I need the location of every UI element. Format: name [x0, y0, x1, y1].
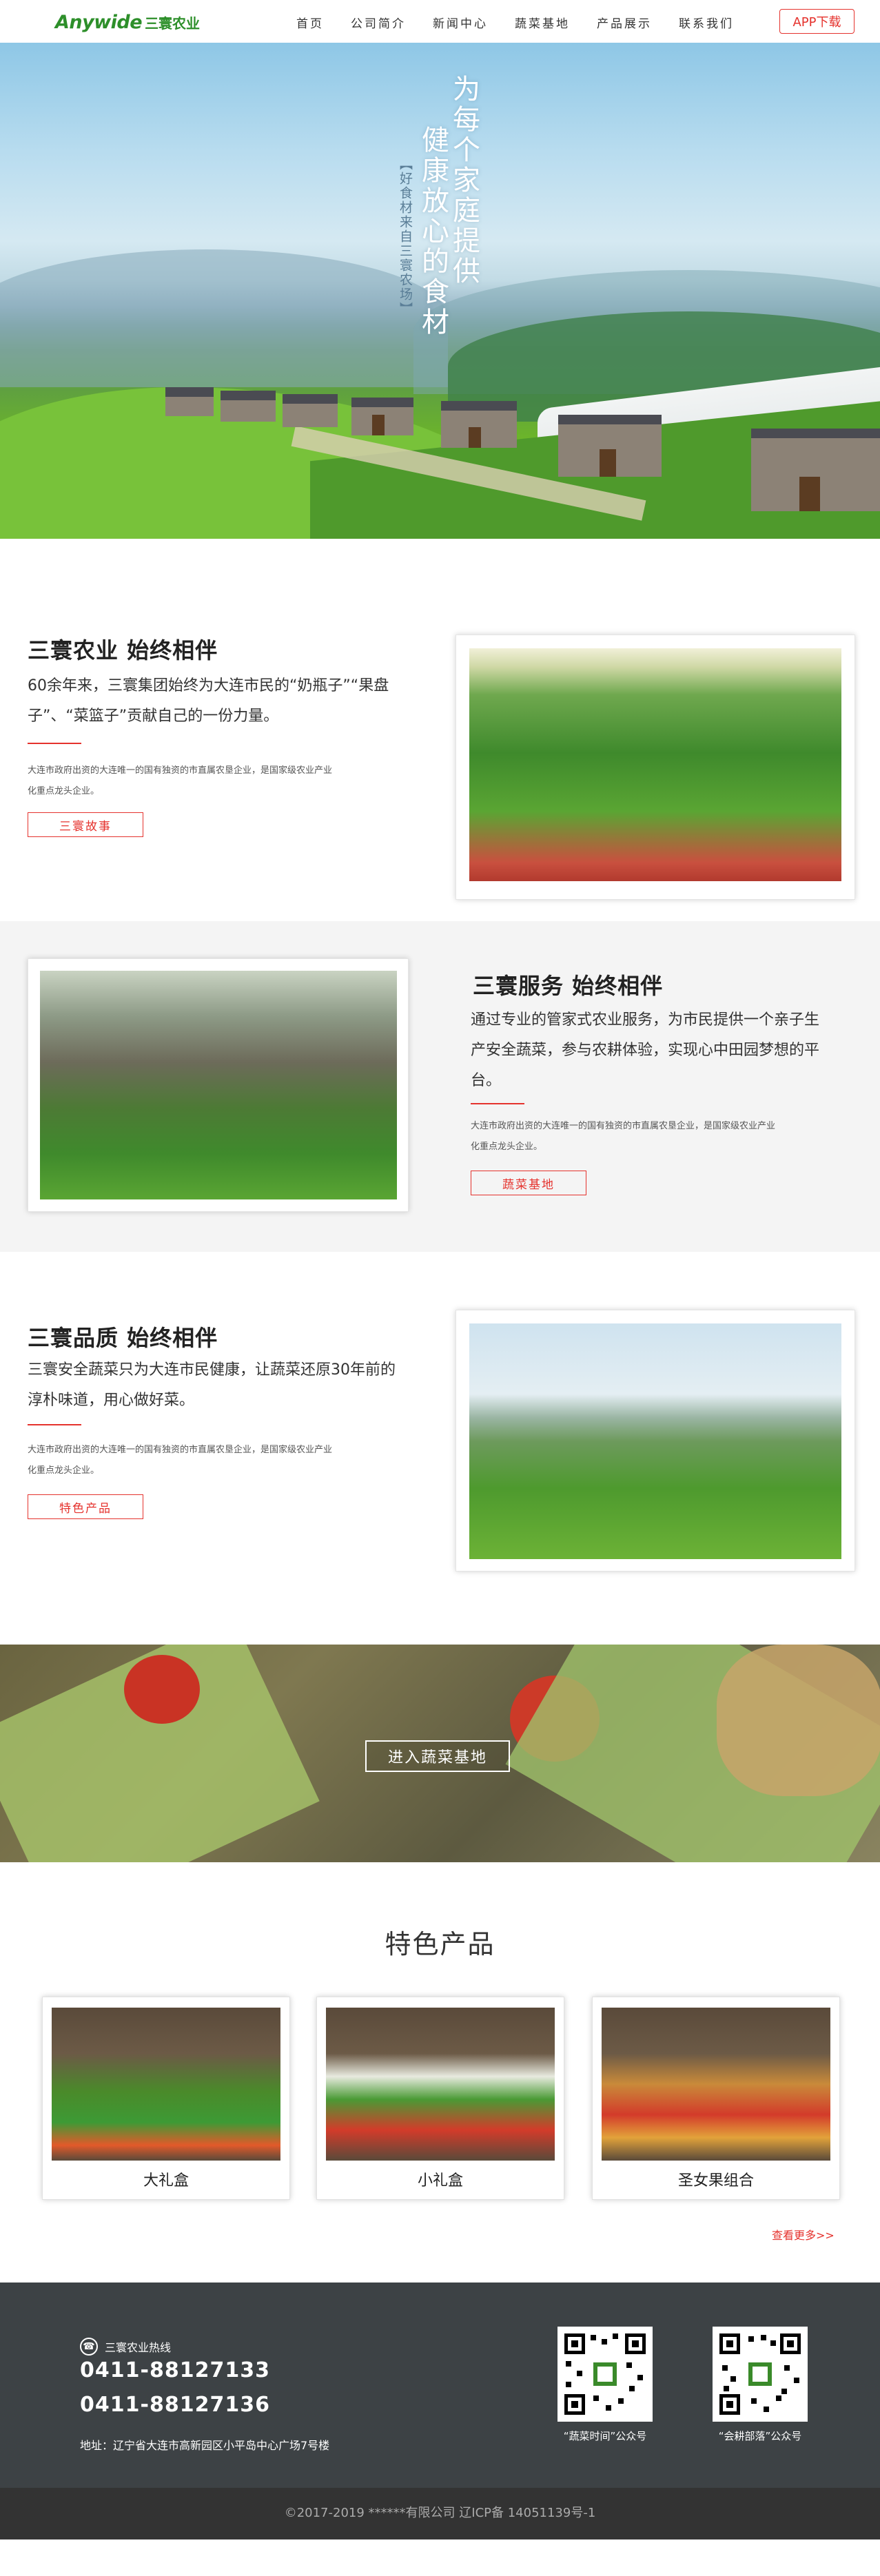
section-note: 大连市政府出资的大连唯一的国有独资的市直属农垦企业，是国家级农业产业化重点龙头企… [471, 1121, 776, 1152]
section-desc: 三寰安全蔬菜只为大连市民健康，让蔬菜还原30年前的淳朴味道，用心做好菜。 [28, 1361, 396, 1409]
hotline-label: 三寰农业热线 [105, 2341, 172, 2354]
section-desc: 通过专业的管家式农业服务，为市民提供一个亲子生产安全蔬菜，参与农耕体验，实现心中… [471, 1011, 820, 1089]
section-divider [28, 1424, 81, 1425]
vegetable-banner: 进入蔬菜基地 [0, 1645, 880, 1862]
hotline-phone-2: 0411-88127136 [80, 2393, 270, 2417]
hero-house [441, 401, 517, 448]
logo-cn-text: 三寰农业 [145, 15, 201, 32]
potato-shape [717, 1645, 880, 1796]
featured-products-button[interactable]: 特色产品 [28, 1494, 143, 1519]
hotline-phone-1: 0411-88127133 [80, 2358, 270, 2382]
hero-mountain [0, 249, 448, 387]
nav-item-news[interactable]: 新闻中心 [433, 14, 488, 31]
phone-icon: ☎ [80, 2338, 98, 2356]
photo-frame [28, 958, 409, 1212]
vegetable-base-button[interactable]: 蔬菜基地 [471, 1171, 586, 1195]
qr-code-icon [557, 2327, 653, 2422]
product-image[interactable] [326, 2008, 555, 2161]
hero-title-line1: 为每个家庭提供 [448, 74, 480, 287]
nav-item-contact[interactable]: 联系我们 [679, 14, 734, 31]
product-name[interactable]: 小礼盒 [317, 2168, 564, 2190]
site-header: Anywide 三寰农业 首页 公司简介 新闻中心 蔬菜基地 产品展示 联系我们… [0, 0, 880, 43]
product-card[interactable]: 小礼盒 [316, 1997, 564, 2200]
hero-banner: 为每个家庭提供 健康放心的食材 【好食材来自三寰农场】 [0, 43, 880, 539]
product-image[interactable] [602, 2008, 830, 2161]
footer-address: 地址：辽宁省大连市高新园区小平岛中心广场7号楼 [80, 2439, 330, 2452]
nav-item-products[interactable]: 产品展示 [597, 14, 652, 31]
product-name[interactable]: 圣女果组合 [593, 2168, 839, 2190]
qr-caption: “蔬菜时间”公众号 [563, 2430, 647, 2442]
main-nav: 首页 公司简介 新闻中心 蔬菜基地 产品展示 联系我们 [296, 14, 761, 31]
hero-house [283, 394, 338, 427]
nav-item-home[interactable]: 首页 [296, 14, 324, 31]
hero-house [165, 387, 214, 416]
section-note: 大连市政府出资的大连唯一的国有独资的市直属农垦企业，是国家级农业产业化重点龙头企… [28, 1445, 333, 1476]
feature-section-service: 三寰服务 始终相伴 通过专业的管家式农业服务，为市民提供一个亲子生产安全蔬菜，参… [0, 921, 880, 1252]
story-button[interactable]: 三寰故事 [28, 812, 143, 837]
kids-planting-photo [40, 971, 397, 1199]
copyright-text: ©2017-2019 ******有限公司 辽ICP备 14051139号-1 [284, 2506, 596, 2520]
photo-frame [456, 635, 855, 900]
hero-title-line2: 健康放心的食材 [417, 125, 449, 338]
view-more-link[interactable]: 查看更多>> [772, 2226, 835, 2243]
logo[interactable]: Anywide 三寰农业 [55, 12, 200, 33]
farm-landscape-photo [469, 1323, 841, 1559]
section-desc: 60余年来，三寰集团始终为大连市民的“奶瓶子”“果盘子”、“菜篮子”贡献自己的一… [28, 677, 389, 725]
feature-section-quality: 三寰品质 始终相伴 三寰安全蔬菜只为大连市民健康，让蔬菜还原30年前的淳朴味道，… [0, 1252, 880, 1645]
section-note: 大连市政府出资的大连唯一的国有独资的市直属农垦企业，是国家级农业产业化重点龙头企… [28, 765, 333, 796]
product-card[interactable]: 大礼盒 [42, 1997, 290, 2200]
logo-latin-text: Anywide [55, 12, 143, 33]
qr-caption: “会耕部落”公众号 [718, 2430, 802, 2442]
hero-house [751, 429, 880, 511]
hero-house [351, 398, 413, 435]
site-footer: ☎ 三寰农业热线 0411-88127133 0411-88127136 地址：… [0, 2283, 880, 2539]
nav-item-base[interactable]: 蔬菜基地 [515, 14, 570, 31]
section-title: 三寰品质 始终相伴 [28, 1325, 218, 1351]
products-section: 特色产品 大礼盒 小礼盒 圣女果组合 查看更多>> [0, 1862, 880, 2283]
enter-base-button[interactable]: 进入蔬菜基地 [365, 1740, 510, 1772]
hero-house [221, 391, 276, 422]
product-card[interactable]: 圣女果组合 [592, 1997, 840, 2200]
section-divider [471, 1103, 524, 1104]
qr-block-huigeng: “会耕部落”公众号 [702, 2327, 819, 2443]
product-image[interactable] [52, 2008, 280, 2161]
qr-code-icon [713, 2327, 808, 2422]
section-title: 三寰农业 始终相伴 [28, 637, 218, 663]
photo-frame [456, 1310, 855, 1572]
products-title: 特色产品 [385, 1929, 495, 1959]
qr-block-veg-time: “蔬菜时间”公众号 [546, 2327, 664, 2443]
feature-section-agriculture: 三寰农业 始终相伴 60余年来，三寰集团始终为大连市民的“奶瓶子”“果盘子”、“… [0, 539, 880, 921]
hotline-row: ☎ 三寰农业热线 [80, 2338, 171, 2356]
seedling-photo [469, 648, 841, 881]
section-title: 三寰服务 始终相伴 [473, 973, 664, 999]
app-download-button[interactable]: APP下载 [779, 9, 855, 34]
nav-item-about[interactable]: 公司简介 [351, 14, 406, 31]
footer-top: ☎ 三寰农业热线 0411-88127133 0411-88127136 地址：… [0, 2283, 880, 2488]
hero-subtitle: 【好食材来自三寰农场】 [398, 157, 413, 316]
tomato-shape [124, 1655, 200, 1724]
product-name[interactable]: 大礼盒 [43, 2168, 289, 2190]
section-divider [28, 743, 81, 744]
hero-house [558, 415, 662, 477]
